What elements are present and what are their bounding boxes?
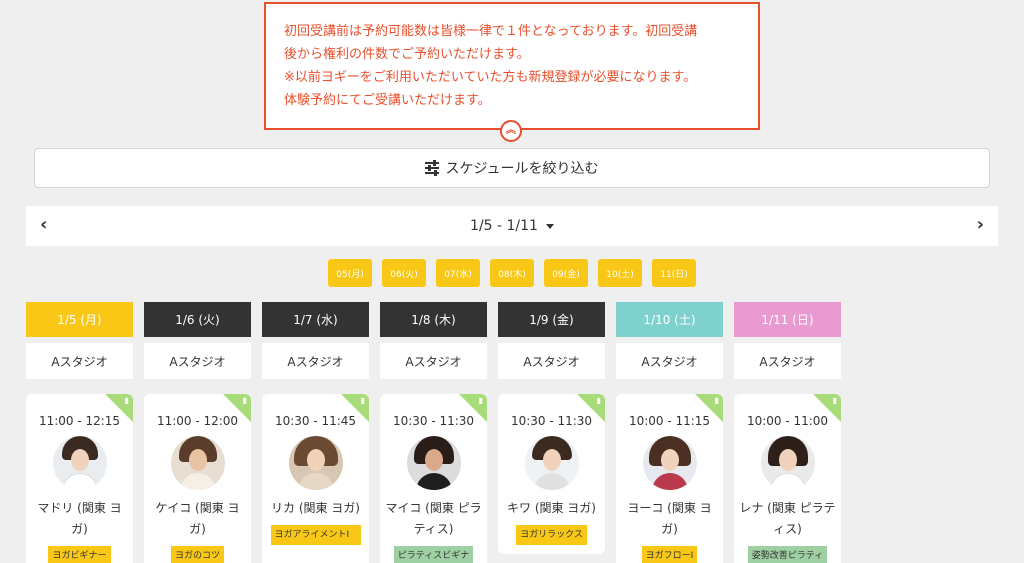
sliders-icon xyxy=(425,160,440,176)
class-tag: ヨガビギナー xyxy=(48,546,111,563)
instructor-avatar xyxy=(406,436,461,490)
studio-label: Aスタジオ xyxy=(26,343,133,379)
double-chevron-up-icon[interactable]: ︽ xyxy=(500,120,522,142)
studio-label: Aスタジオ xyxy=(734,343,841,379)
class-card[interactable]: ▮ 11:00 - 12:00 ケイコ (関東 ヨガ) ヨガのコツ xyxy=(144,394,251,563)
instructor-avatar xyxy=(170,436,225,490)
beginner-leaf-icon: ▮ xyxy=(242,396,247,405)
class-card[interactable]: ▮ 10:30 - 11:30 キワ (関東 ヨガ) ヨガリラックス xyxy=(498,394,605,554)
instructor-name: マドリ (関東 ヨガ) xyxy=(37,501,122,536)
instructor-name: レナ (関東 ピラティス) xyxy=(739,501,836,536)
instructor-name: リカ (関東 ヨガ) xyxy=(271,501,360,515)
instructor-name: キワ (関東 ヨガ) xyxy=(507,501,596,515)
day-column: 1/11 (日) Aスタジオ xyxy=(734,302,841,379)
day-chip[interactable]: 09(金) xyxy=(544,259,588,287)
day-header: 1/6 (火) xyxy=(144,302,251,337)
day-chip[interactable]: 06(火) xyxy=(382,259,426,287)
instructor-avatar xyxy=(524,436,579,490)
class-tag: ヨガリラックス xyxy=(516,525,587,545)
notice-line: ※以前ヨギーをご利用いただいていた方も新規登録が必要になります。 xyxy=(284,70,697,85)
day-header: 1/8 (木) xyxy=(380,302,487,337)
day-chip[interactable]: 10(土) xyxy=(598,259,642,287)
day-jump-chips: 05(月) 06(火) 07(水) 08(木) 09(金) 10(土) 11(日… xyxy=(328,259,696,287)
day-header: 1/7 (水) xyxy=(262,302,369,337)
beginner-leaf-icon: ▮ xyxy=(478,396,483,405)
week-range-dropdown[interactable]: 1/5 - 1/11 xyxy=(470,218,554,234)
studio-label: Aスタジオ xyxy=(144,343,251,379)
notice-box: 初回受講前は予約可能数は皆様一律で１件となっております。初回受講 後から権利の件… xyxy=(264,2,760,130)
day-column: 1/10 (土) Aスタジオ xyxy=(616,302,723,379)
filter-schedule-button[interactable]: スケジュールを絞り込む xyxy=(34,148,990,188)
class-card[interactable]: ▮ 11:00 - 12:15 マドリ (関東 ヨガ) ヨガビギナー xyxy=(26,394,133,563)
instructor-avatar xyxy=(288,436,343,490)
day-column: 1/8 (木) Aスタジオ xyxy=(380,302,487,379)
class-tag: ヨガのコツ xyxy=(170,546,224,563)
day-column: 1/6 (火) Aスタジオ xyxy=(144,302,251,379)
class-tag: ピラティスビギナ xyxy=(393,546,474,563)
beginner-leaf-icon: ▮ xyxy=(714,396,719,405)
instructor-avatar xyxy=(52,436,107,490)
day-header: 1/11 (日) xyxy=(734,302,841,337)
day-column: 1/7 (水) Aスタジオ xyxy=(262,302,369,379)
beginner-leaf-icon: ▮ xyxy=(596,396,601,405)
class-card[interactable]: ▮ 10:30 - 11:30 マイコ (関東 ピラティス) ピラティスビギナ xyxy=(380,394,487,563)
class-tag: 姿勢改善ピラティ xyxy=(747,546,828,563)
day-header: 1/10 (土) xyxy=(616,302,723,337)
class-tag: ヨガフローI xyxy=(641,546,698,563)
class-card[interactable]: ▮ 10:00 - 11:00 レナ (関東 ピラティス) 姿勢改善ピラティ xyxy=(734,394,841,563)
studio-label: Aスタジオ xyxy=(498,343,605,379)
instructor-avatar xyxy=(642,436,697,490)
class-tag: ヨガアライメントI xyxy=(270,525,361,545)
day-header: 1/9 (金) xyxy=(498,302,605,337)
studio-label: Aスタジオ xyxy=(616,343,723,379)
day-column: 1/9 (金) Aスタジオ xyxy=(498,302,605,379)
day-header: 1/5 (月) xyxy=(26,302,133,337)
chevron-left-icon[interactable]: ‹ xyxy=(40,215,47,235)
day-chip[interactable]: 07(水) xyxy=(436,259,480,287)
notice-line: 初回受講前は予約可能数は皆様一律で１件となっております。初回受講 xyxy=(284,24,698,39)
caret-down-icon xyxy=(545,223,554,229)
week-range-label: 1/5 - 1/11 xyxy=(470,218,538,234)
filter-label: スケジュールを絞り込む xyxy=(445,161,599,177)
notice-line: 後から権利の件数でご予約いただけます。 xyxy=(284,47,530,62)
day-chip[interactable]: 11(日) xyxy=(652,259,696,287)
beginner-leaf-icon: ▮ xyxy=(360,396,365,405)
beginner-leaf-icon: ▮ xyxy=(124,396,129,405)
notice-line: 体験予約にてご受講いただけます。 xyxy=(284,93,491,108)
class-card[interactable]: ▮ 10:00 - 11:15 ヨーコ (関東 ヨガ) ヨガフローI xyxy=(616,394,723,563)
week-navigation: ‹ 1/5 - 1/11 › xyxy=(26,206,998,246)
chevron-right-icon[interactable]: › xyxy=(977,215,984,235)
studio-label: Aスタジオ xyxy=(262,343,369,379)
studio-label: Aスタジオ xyxy=(380,343,487,379)
instructor-name: マイコ (関東 ピラティス) xyxy=(385,501,482,536)
class-card[interactable]: ▮ 10:30 - 11:45 リカ (関東 ヨガ) ヨガアライメントI xyxy=(262,394,369,563)
instructor-name: ケイコ (関東 ヨガ) xyxy=(155,501,240,536)
day-chip[interactable]: 05(月) xyxy=(328,259,372,287)
instructor-avatar xyxy=(760,436,815,490)
instructor-name: ヨーコ (関東 ヨガ) xyxy=(627,501,712,536)
day-column: 1/5 (月) Aスタジオ xyxy=(26,302,133,379)
beginner-leaf-icon: ▮ xyxy=(832,396,837,405)
day-chip[interactable]: 08(木) xyxy=(490,259,534,287)
